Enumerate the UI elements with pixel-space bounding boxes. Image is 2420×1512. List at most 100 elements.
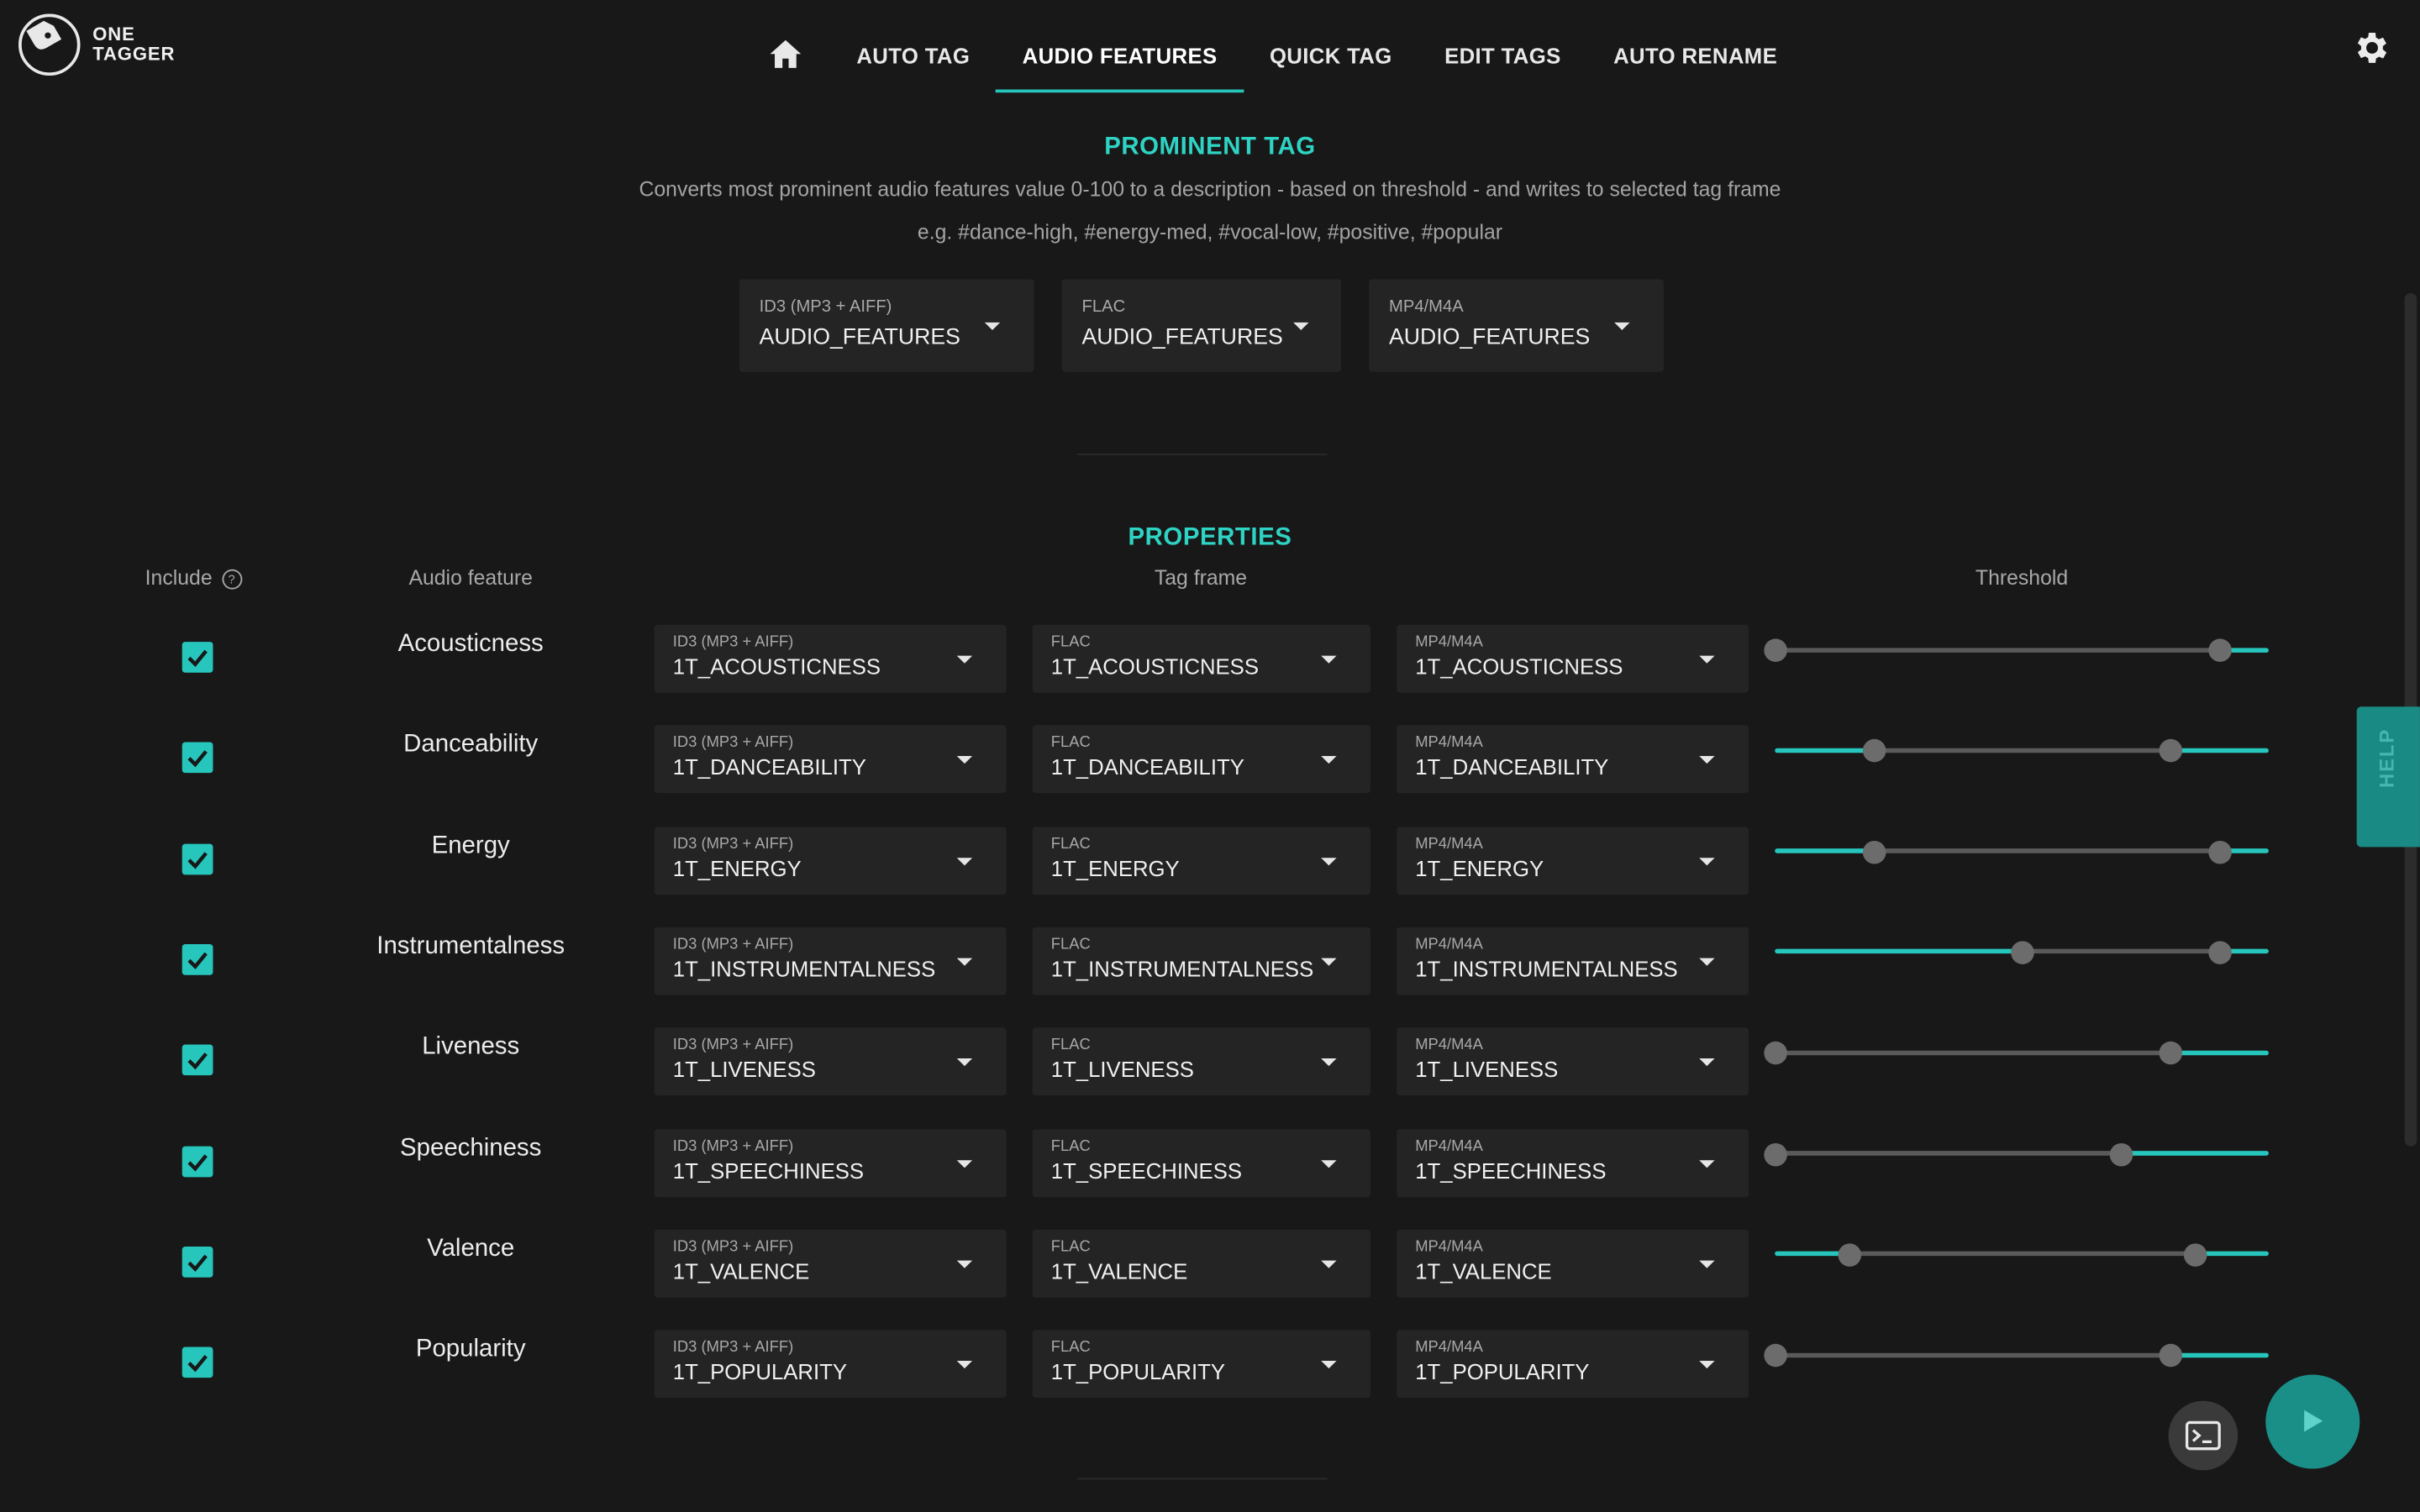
threshold-low-handle[interactable] — [1861, 739, 1886, 763]
include-checkbox[interactable] — [182, 1246, 213, 1278]
select-value: 1T_SPEECHINESS — [1415, 1158, 1607, 1183]
threshold-slider[interactable] — [1763, 1343, 2269, 1368]
id3-tag-select[interactable]: ID3 (MP3 + AIFF) 1T_POPULARITY — [654, 1330, 1007, 1399]
check-icon — [187, 649, 208, 667]
tab-audio-features[interactable]: AUDIO FEATURES — [996, 31, 1244, 93]
mp4-tag-select[interactable]: MP4/M4A 1T_SPEECHINESS — [1397, 1128, 1749, 1197]
threshold-slider[interactable] — [1763, 638, 2269, 662]
flac-tag-select[interactable]: FLAC 1T_VALENCE — [1032, 1229, 1370, 1298]
threshold-low-handle[interactable] — [1763, 638, 1786, 662]
threshold-low-handle[interactable] — [1837, 1243, 1861, 1267]
select-label: FLAC — [1050, 1037, 1091, 1054]
mp4-tag-select[interactable]: MP4/M4A 1T_INSTRUMENTALNESS — [1397, 927, 1749, 995]
select-label: MP4/M4A — [1415, 1339, 1483, 1357]
threshold-mid-range — [1775, 1151, 2121, 1156]
mp4-tag-select[interactable]: MP4/M4A 1T_ENERGY — [1397, 826, 1749, 895]
flac-tag-select[interactable]: FLAC 1T_DANCEABILITY — [1032, 725, 1370, 794]
threshold-high-handle[interactable] — [2183, 1243, 2207, 1267]
flac-tag-select[interactable]: FLAC 1T_ACOUSTICNESS — [1032, 624, 1370, 693]
tab-edit-tags[interactable]: EDIT TAGS — [1418, 31, 1587, 90]
threshold-slider[interactable] — [1763, 1142, 2269, 1166]
include-checkbox[interactable] — [182, 1347, 213, 1378]
select-label: FLAC — [1050, 1137, 1091, 1155]
id3-tag-select[interactable]: ID3 (MP3 + AIFF) 1T_DANCEABILITY — [654, 725, 1007, 794]
threshold-low-handle[interactable] — [2010, 941, 2033, 964]
select-label: FLAC — [1050, 1238, 1091, 1256]
flac-tag-select[interactable]: FLAC 1T_ENERGY — [1032, 826, 1370, 895]
include-checkbox[interactable] — [182, 843, 213, 874]
threshold-low-handle[interactable] — [1763, 1042, 1786, 1065]
flac-tag-select[interactable]: FLAC 1T_INSTRUMENTALNESS — [1032, 927, 1370, 995]
threshold-high-handle[interactable] — [2108, 1142, 2133, 1166]
tag-frame-header: Tag frame — [1154, 566, 1248, 590]
audio-feature-name: Speechiness — [400, 1134, 542, 1162]
select-value: 1T_INSTRUMENTALNESS — [1415, 956, 1678, 981]
include-checkbox[interactable] — [182, 742, 213, 774]
threshold-slider[interactable] — [1775, 840, 2269, 864]
include-checkbox[interactable] — [182, 1044, 213, 1076]
flac-tag-select[interactable]: FLAC 1T_POPULARITY — [1032, 1330, 1370, 1399]
mp4-tag-select[interactable]: MP4/M4A 1T_POPULARITY — [1397, 1330, 1749, 1399]
tab-quick-tag[interactable]: QUICK TAG — [1244, 31, 1418, 90]
id3-tag-select[interactable]: ID3 (MP3 + AIFF) 1T_ACOUSTICNESS — [654, 624, 1007, 693]
threshold-high-handle[interactable] — [2158, 1042, 2182, 1065]
select-value: AUDIO_FEATURES — [759, 325, 960, 350]
threshold-low-handle[interactable] — [1861, 840, 1886, 864]
select-value: 1T_SPEECHINESS — [1050, 1158, 1243, 1183]
threshold-high-handle[interactable] — [2158, 739, 2182, 763]
tab-home[interactable] — [741, 31, 831, 96]
select-label: FLAC — [1050, 1339, 1091, 1357]
help-circle-icon[interactable]: ? — [221, 569, 242, 590]
property-row: Energy ID3 (MP3 + AIFF) 1T_ENERGY FLAC 1T_EN… — [0, 826, 2420, 895]
select-value: 1T_ENERGY — [672, 855, 802, 881]
prominent-mp4-select[interactable]: MP4/M4A AUDIO_FEATURES — [1369, 279, 1664, 372]
settings-button[interactable] — [2352, 28, 2392, 68]
threshold-high-handle[interactable] — [2207, 840, 2231, 864]
threshold-mid-range — [1849, 1252, 2195, 1257]
flac-tag-select[interactable]: FLAC 1T_SPEECHINESS — [1032, 1128, 1370, 1197]
property-row: Liveness ID3 (MP3 + AIFF) 1T_LIVENESS FLAC 1… — [0, 1027, 2420, 1096]
threshold-mid-range — [1873, 848, 2220, 853]
threshold-high-handle[interactable] — [2207, 638, 2231, 662]
prominent-id3-select[interactable]: ID3 (MP3 + AIFF) AUDIO_FEATURES — [739, 279, 1034, 372]
threshold-low-handle[interactable] — [1763, 1343, 1786, 1368]
prominent-flac-select[interactable]: FLAC AUDIO_FEATURES — [1061, 279, 1342, 372]
include-checkbox[interactable] — [182, 642, 213, 673]
mp4-tag-select[interactable]: MP4/M4A 1T_DANCEABILITY — [1397, 725, 1749, 794]
terminal-button[interactable] — [2168, 1400, 2238, 1471]
mp4-tag-select[interactable]: MP4/M4A 1T_VALENCE — [1397, 1229, 1749, 1298]
tab-auto-tag[interactable]: AUTO TAG — [830, 31, 996, 90]
include-checkbox[interactable] — [182, 1145, 213, 1177]
id3-tag-select[interactable]: ID3 (MP3 + AIFF) 1T_ENERGY — [654, 826, 1007, 895]
threshold-slider[interactable] — [1775, 739, 2269, 763]
threshold-low-handle[interactable] — [1763, 1142, 1786, 1166]
flac-tag-select[interactable]: FLAC 1T_LIVENESS — [1032, 1027, 1370, 1096]
select-label: ID3 (MP3 + AIFF) — [672, 1037, 794, 1054]
threshold-slider[interactable] — [1775, 941, 2269, 964]
id3-tag-select[interactable]: ID3 (MP3 + AIFF) 1T_LIVENESS — [654, 1027, 1007, 1096]
threshold-slider[interactable] — [1775, 1243, 2269, 1267]
app-name: ONE TAGGER — [92, 24, 175, 65]
property-row: Acousticness ID3 (MP3 + AIFF) 1T_ACOUSTICN… — [0, 624, 2420, 693]
tab-auto-rename[interactable]: AUTO RENAME — [1587, 31, 1803, 90]
select-label: ID3 (MP3 + AIFF) — [672, 734, 794, 753]
select-value: 1T_ACOUSTICNESS — [1415, 654, 1623, 680]
mp4-tag-select[interactable]: MP4/M4A 1T_ACOUSTICNESS — [1397, 624, 1749, 693]
threshold-high-handle[interactable] — [2158, 1343, 2182, 1368]
start-button[interactable] — [2265, 1374, 2360, 1469]
caret-down-icon — [984, 322, 1001, 331]
threshold-mid-range — [2022, 949, 2220, 954]
id3-tag-select[interactable]: ID3 (MP3 + AIFF) 1T_SPEECHINESS — [654, 1128, 1007, 1197]
prominent-tag-description: Converts most prominent audio features v… — [639, 177, 1781, 201]
include-checkbox[interactable] — [182, 943, 213, 975]
mp4-tag-select[interactable]: MP4/M4A 1T_LIVENESS — [1397, 1027, 1749, 1096]
prominent-tag-example: e.g. #dance-high, #energy-med, #vocal-lo… — [917, 220, 1502, 244]
threshold-slider[interactable] — [1763, 1042, 2269, 1065]
threshold-high-handle[interactable] — [2207, 941, 2231, 964]
app-logo[interactable]: ONE TAGGER — [18, 13, 175, 76]
main-nav: AUTO TAG AUDIO FEATURES QUICK TAG EDIT T… — [741, 31, 1804, 96]
id3-tag-select[interactable]: ID3 (MP3 + AIFF) 1T_INSTRUMENTALNESS — [654, 927, 1007, 995]
help-button[interactable]: HELP — [2356, 706, 2420, 848]
audio-feature-name: Popularity — [415, 1336, 526, 1362]
id3-tag-select[interactable]: ID3 (MP3 + AIFF) 1T_VALENCE — [654, 1229, 1007, 1298]
